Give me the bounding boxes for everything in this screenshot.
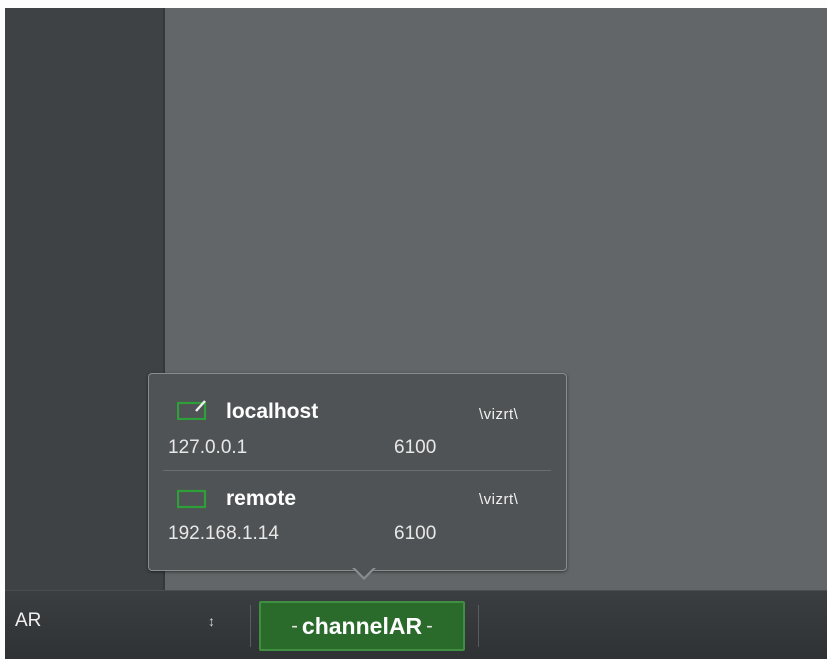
channel-label: channelAR: [301, 612, 423, 639]
mode-select[interactable]: AR ↕: [5, 601, 227, 641]
engine-popup: localhost \vizrt\ 127.0.0.1 6100 remote …: [148, 373, 567, 571]
toolbar-separator: [250, 605, 251, 647]
bottom-toolbar: AR ↕ - channelAR -: [5, 590, 827, 659]
host-port: 6100: [394, 437, 437, 458]
popup-pointer-fill: [354, 567, 374, 577]
left-panel: [5, 8, 165, 590]
monitor-edit-icon: [177, 400, 207, 420]
vizrt-logo: \vizrt\: [479, 406, 519, 423]
host-name: localhost: [226, 400, 319, 423]
monitor-icon: [177, 489, 207, 509]
host-ip: 127.0.0.1: [168, 437, 248, 458]
channel-suffix: -: [426, 614, 433, 637]
engine-host-localhost[interactable]: localhost \vizrt\ 127.0.0.1 6100: [149, 374, 566, 466]
engine-host-remote[interactable]: remote \vizrt\ 192.168.1.14 6100: [149, 471, 566, 563]
toolbar-separator: [478, 605, 479, 647]
channel-prefix: -: [291, 614, 298, 637]
stepper-icon[interactable]: ↕: [208, 613, 215, 629]
channel-button[interactable]: - channelAR -: [259, 601, 465, 651]
host-port: 6100: [394, 523, 437, 544]
host-ip: 192.168.1.14: [168, 523, 279, 544]
vizrt-logo: \vizrt\: [479, 491, 519, 508]
host-name: remote: [226, 487, 297, 510]
mode-select-value: AR: [15, 610, 42, 631]
